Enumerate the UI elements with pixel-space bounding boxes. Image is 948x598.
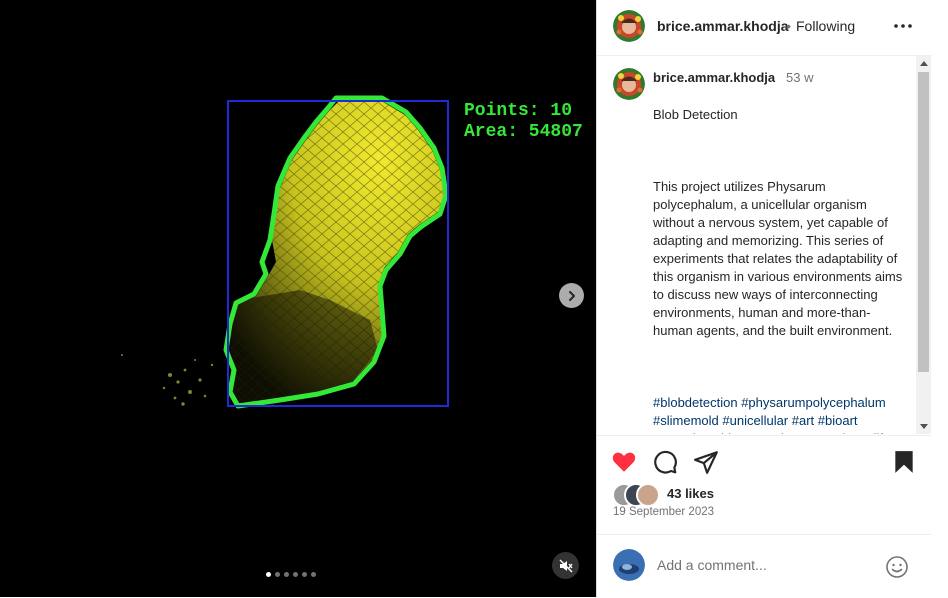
- action-bar: 43 likes 19 September 2023: [597, 435, 932, 546]
- hashtag-link[interactable]: #organism: [802, 431, 863, 434]
- caption-title: Blob Detection: [653, 107, 738, 122]
- hashtag-link[interactable]: #biocomputing: [714, 431, 799, 434]
- hashtag-link[interactable]: #art: [792, 413, 814, 428]
- scroll-down-arrow-icon[interactable]: [920, 424, 928, 429]
- caption-text: Blob Detection This project utilizes Phy…: [653, 88, 903, 434]
- caption-username[interactable]: brice.ammar.khodja: [653, 70, 775, 85]
- following-button[interactable]: Following: [796, 18, 855, 34]
- heart-icon[interactable]: [611, 449, 637, 475]
- mute-button[interactable]: [552, 552, 579, 579]
- carousel-dot: [302, 572, 307, 577]
- hashtag-link[interactable]: #unicellular: [722, 413, 788, 428]
- profile-picture: [613, 68, 645, 100]
- carousel-dot: [311, 572, 316, 577]
- hashtag-link[interactable]: #blobdetection: [653, 395, 738, 410]
- slime-fragments: [121, 354, 214, 406]
- carousel-dot: [275, 572, 280, 577]
- scroll-up-arrow-icon[interactable]: [920, 61, 928, 66]
- caption-area: brice.ammar.khodja 53 w Blob Detection T…: [597, 56, 916, 434]
- avatar[interactable]: [613, 549, 645, 581]
- post-media[interactable]: Points: 10 Area: 54807: [0, 0, 596, 597]
- carousel-indicator: [266, 572, 316, 577]
- more-options-icon[interactable]: [891, 14, 915, 38]
- caption-scrollbar[interactable]: [916, 56, 931, 434]
- area-readout: Area: 54807: [464, 122, 583, 142]
- hashtag-link[interactable]: #bioart: [818, 413, 858, 428]
- caption-body: This project utilizes Physarum polycepha…: [653, 179, 903, 338]
- header-separator: •: [786, 18, 791, 34]
- avatar[interactable]: [613, 10, 645, 42]
- header-username[interactable]: brice.ammar.khodja: [657, 18, 789, 34]
- hashtag-link[interactable]: #physarumpolycephalum: [741, 395, 886, 410]
- carousel-dot: [284, 572, 289, 577]
- caption-timestamp[interactable]: 53 w: [786, 70, 813, 85]
- add-comment-bar: [597, 534, 932, 598]
- carousel-dot: [266, 572, 271, 577]
- post-date[interactable]: 19 September 2023: [613, 506, 714, 518]
- share-icon[interactable]: [693, 449, 719, 475]
- likes-count[interactable]: 43 likes: [667, 486, 714, 501]
- carousel-dot: [293, 572, 298, 577]
- scrollbar-thumb[interactable]: [918, 72, 929, 372]
- profile-picture: [613, 10, 645, 42]
- hashtag-link[interactable]: #life: [866, 431, 890, 434]
- post-header: brice.ammar.khodja • Following: [597, 0, 932, 56]
- comment-input[interactable]: [657, 555, 857, 575]
- hashtag-link[interactable]: #slimemold: [653, 413, 719, 428]
- bookmark-icon[interactable]: [891, 449, 917, 475]
- avatar: [636, 483, 660, 507]
- emoji-icon[interactable]: [885, 555, 909, 579]
- hashtag-link[interactable]: #mapping: [653, 431, 710, 434]
- hashtag-list: #blobdetection #physarumpolycephalum #sl…: [653, 394, 903, 434]
- blob-video-frame: [121, 95, 449, 409]
- comment-icon[interactable]: [652, 449, 678, 475]
- chevron-right-icon: [568, 290, 575, 301]
- post-side-panel: brice.ammar.khodja • Following brice.amm…: [596, 0, 932, 597]
- points-readout: Points: 10: [464, 101, 573, 121]
- next-slide-button[interactable]: [559, 283, 584, 308]
- detection-overlay: Points: 10 Area: 54807: [464, 101, 583, 143]
- avatar[interactable]: [613, 68, 645, 100]
- current-user-picture: [613, 549, 645, 581]
- muted-speaker-icon: [558, 558, 573, 573]
